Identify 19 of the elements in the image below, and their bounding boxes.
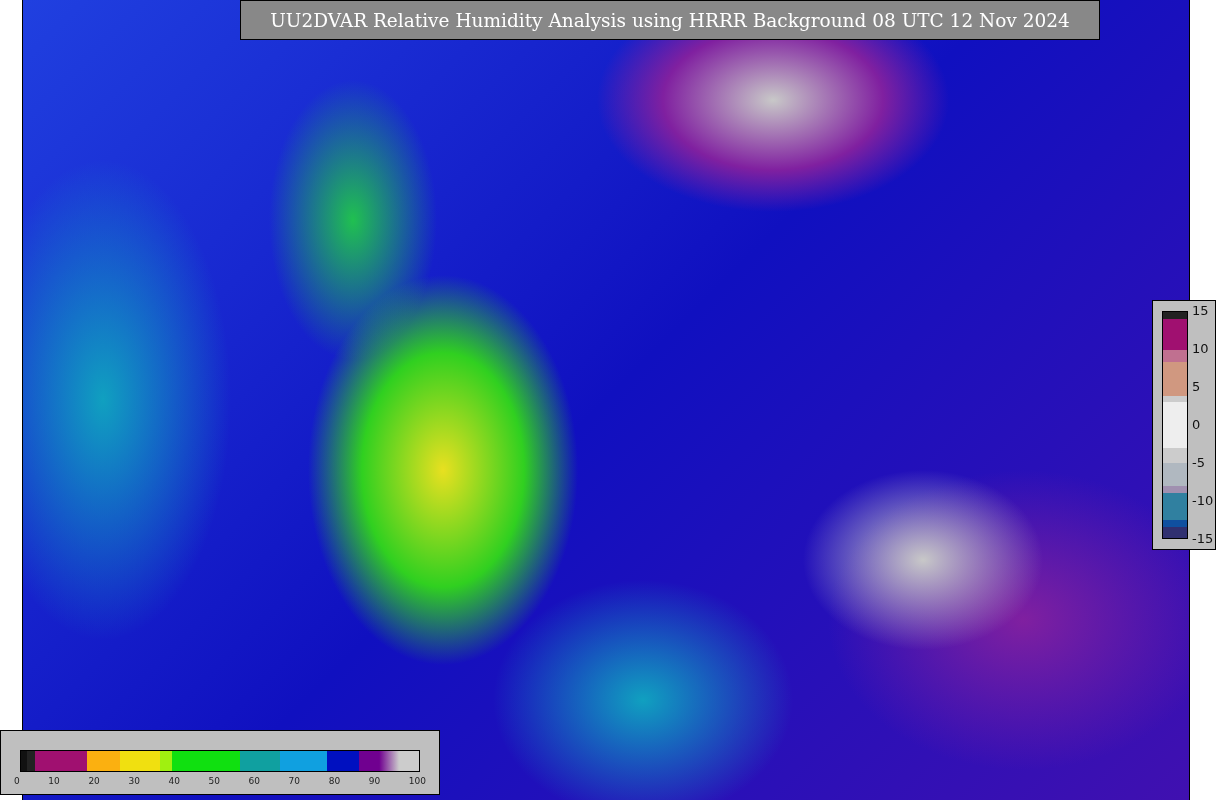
tick-label: -15 [1192,531,1214,547]
tick-label: 70 [288,776,301,786]
tick-label: 15 [1192,303,1210,319]
tick-label: 10 [48,776,60,786]
tick-label: 0 [14,776,20,786]
tick-label: 10 [1192,341,1210,357]
tick-label: 40 [168,776,180,786]
tick-label: 60 [248,776,260,786]
tick-label: -10 [1192,493,1214,509]
tick-label: 100 [408,776,426,786]
tick-label: 90 [368,776,381,786]
tick-label: -5 [1192,455,1206,471]
tick-label: 30 [128,776,140,786]
tick-label: 80 [328,776,341,786]
tick-label: 0 [1192,417,1202,433]
tick-label: 20 [88,776,100,786]
map-title: UU2DVAR Relative Humidity Analysis using HRRR Background 08 UTC 12 Nov 2024 [240,0,1100,40]
tick-label: 50 [208,776,220,786]
tick-label: 5 [1192,379,1202,395]
